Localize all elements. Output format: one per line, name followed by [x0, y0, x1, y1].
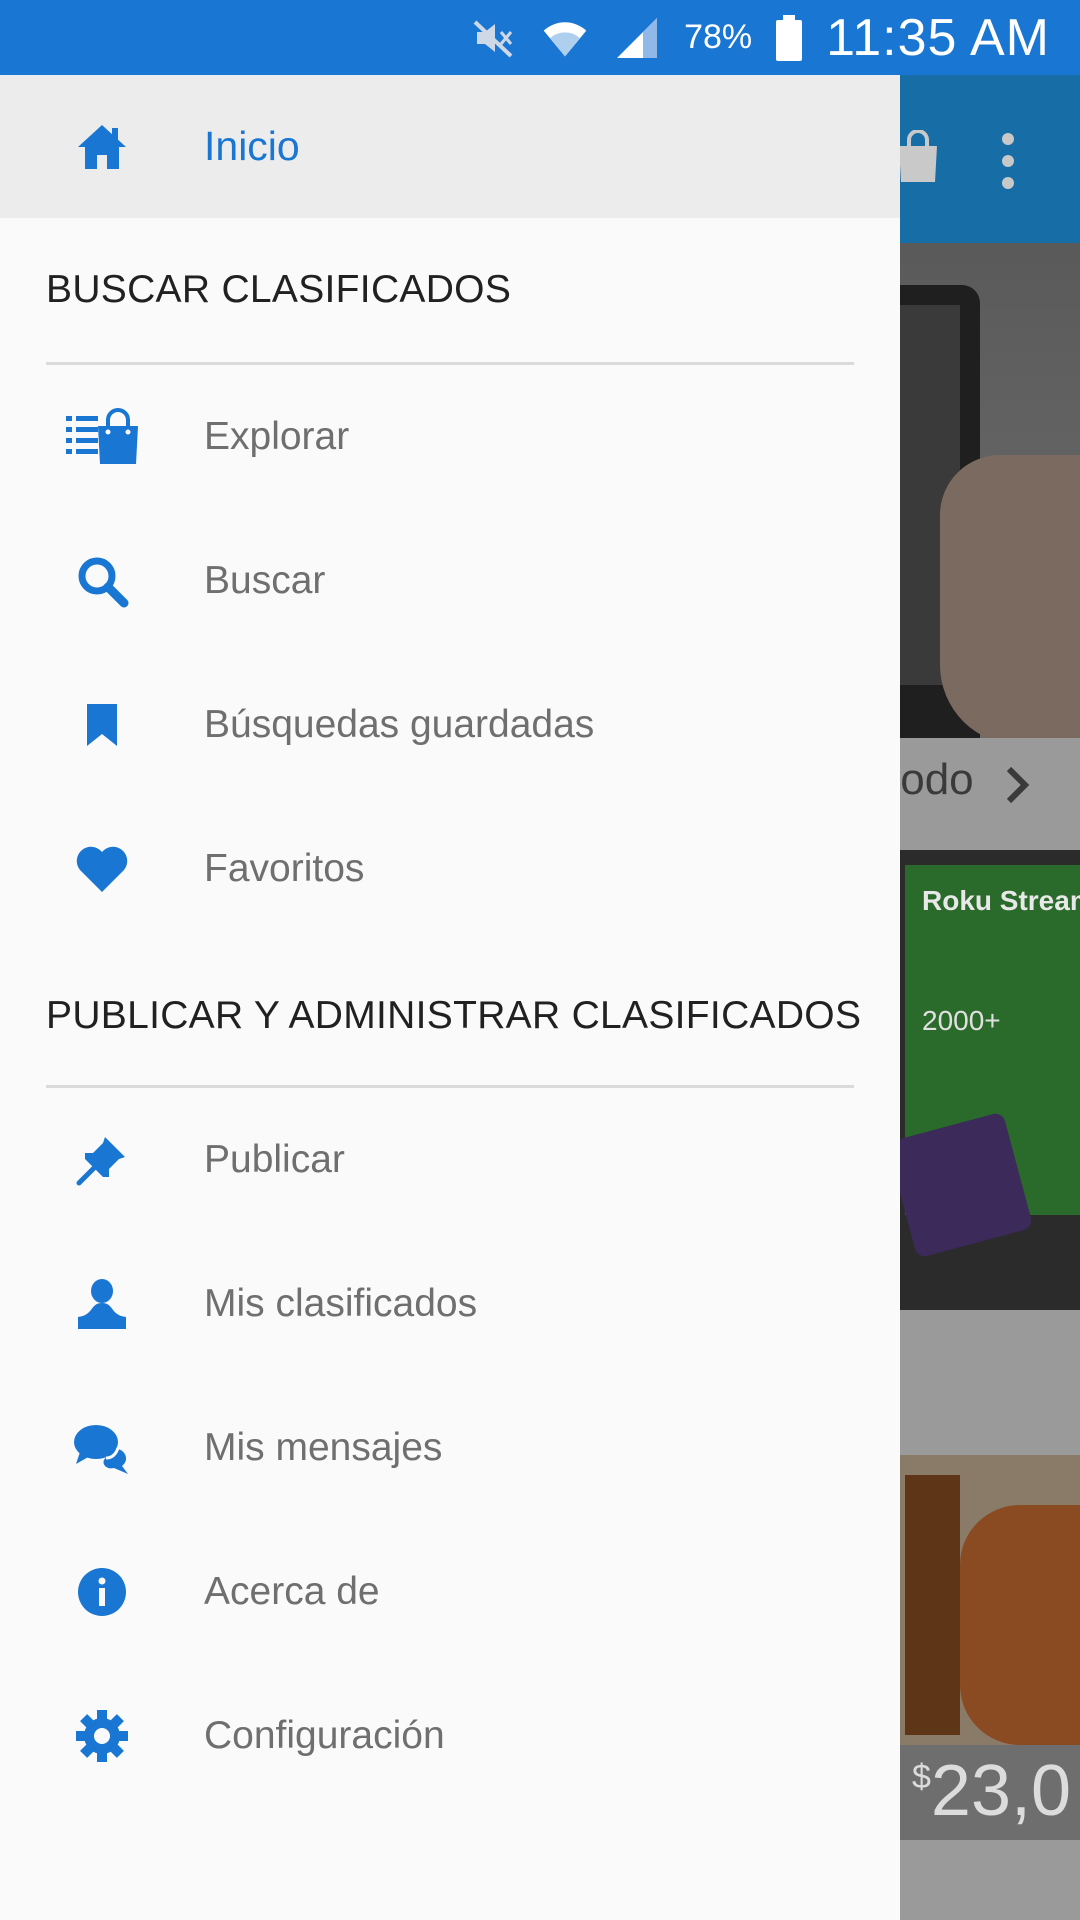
status-bar: 78% 11:35 AM: [0, 0, 1080, 75]
gear-icon: [0, 1664, 204, 1808]
info-icon: [0, 1520, 204, 1664]
drawer-item-label: Búsquedas guardadas: [204, 703, 595, 746]
home-icon: [0, 75, 204, 218]
chevron-right-icon: [1003, 765, 1031, 805]
pin-icon: [0, 1088, 204, 1232]
user-icon: [0, 1232, 204, 1376]
drawer-item-mis-clasificados[interactable]: Mis clasificados: [0, 1232, 900, 1376]
drawer-item-label: Mis mensajes: [204, 1426, 443, 1469]
wifi-icon: [540, 13, 590, 63]
battery-percent: 78%: [684, 18, 753, 56]
drawer-item-label: Inicio: [204, 123, 300, 169]
chat-icon: [0, 1376, 204, 1520]
shopping-list-icon: [0, 365, 204, 509]
listing-price: $23,0: [912, 1751, 1072, 1831]
drawer-item-label: Mis clasificados: [204, 1282, 478, 1325]
heart-icon: [0, 797, 204, 941]
search-icon: [0, 509, 204, 653]
drawer-item-busquedas-guardadas[interactable]: Búsquedas guardadas: [0, 653, 900, 797]
clock: 11:35 AM: [826, 8, 1050, 67]
drawer-item-configuracion[interactable]: Configuración: [0, 1664, 900, 1808]
bookmark-icon: [0, 653, 204, 797]
drawer-item-label: Configuración: [204, 1714, 445, 1757]
drawer-item-label: Explorar: [204, 415, 350, 458]
drawer-item-label: Acerca de: [204, 1570, 380, 1613]
drawer-item-acerca-de[interactable]: Acerca de: [0, 1520, 900, 1664]
mute-icon: [468, 13, 518, 63]
drawer-item-label: Buscar: [204, 559, 326, 602]
drawer-item-label: Publicar: [204, 1138, 345, 1181]
drawer-item-label: Favoritos: [204, 847, 365, 890]
drawer-item-inicio[interactable]: Inicio: [0, 75, 900, 218]
drawer-item-favoritos[interactable]: Favoritos: [0, 797, 900, 941]
navigation-drawer: Inicio BUSCAR CLASIFICADOS Explorar Busc…: [0, 75, 900, 1920]
drawer-item-buscar[interactable]: Buscar: [0, 509, 900, 653]
roku-box-text: Roku Stream: [922, 885, 1080, 916]
roku-channels-text: 2000+: [922, 1005, 1001, 1036]
drawer-item-mis-mensajes[interactable]: Mis mensajes: [0, 1376, 900, 1520]
drawer-item-publicar[interactable]: Publicar: [0, 1088, 900, 1232]
drawer-item-explorar[interactable]: Explorar: [0, 365, 900, 509]
battery-icon: [774, 13, 804, 63]
section-header-buscar: BUSCAR CLASIFICADOS: [46, 268, 512, 311]
shopping-bag-icon[interactable]: [895, 129, 941, 184]
section-header-publicar: PUBLICAR Y ADMINISTRAR CLASIFICADOS: [46, 994, 862, 1037]
see-all-link[interactable]: todo: [888, 755, 974, 805]
more-options-icon[interactable]: [993, 133, 1023, 189]
signal-icon: [612, 13, 662, 63]
